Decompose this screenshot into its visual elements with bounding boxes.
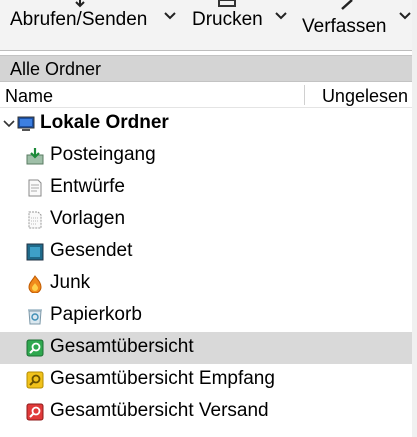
folder-row-templates[interactable]: Vorlagen — [0, 204, 412, 236]
column-divider[interactable] — [304, 85, 305, 105]
computer-icon — [17, 116, 35, 131]
folder-label: Gesamtübersicht Versand — [50, 400, 269, 421]
sent-icon — [26, 243, 44, 261]
saved-search-yellow-icon — [26, 371, 44, 389]
folder-row-unified-sent[interactable]: Gesamtübersicht Versand — [0, 396, 412, 428]
print-button[interactable]: Drucken — [184, 0, 272, 44]
chevron-down-icon — [275, 12, 287, 20]
folder-row-unified-all[interactable]: Gesamtübersicht — [0, 332, 412, 364]
folder-label: Junk — [50, 272, 91, 293]
folder-tree: Lokale Ordner Posteingang Entwürfe Vorla… — [0, 108, 417, 428]
folder-label: Posteingang — [50, 144, 156, 165]
chevron-down-icon — [399, 12, 411, 20]
pane-splitter[interactable] — [412, 0, 417, 437]
column-name-header[interactable]: Name — [5, 86, 53, 107]
drafts-icon — [28, 179, 42, 197]
chevron-down-icon[interactable] — [3, 120, 15, 128]
column-unread-header[interactable]: Ungelesen — [322, 86, 408, 107]
compose-label: Verfassen — [302, 16, 387, 37]
saved-search-green-icon — [26, 339, 44, 357]
junk-icon — [28, 275, 42, 293]
chevron-down-icon — [164, 12, 176, 20]
folder-row-local-folders[interactable]: Lokale Ordner — [0, 108, 412, 140]
get-messages-label: Abrufen/Senden — [10, 9, 148, 30]
folder-row-unified-received[interactable]: Gesamtübersicht Empfang — [0, 364, 412, 396]
print-dropdown[interactable] — [273, 4, 289, 26]
saved-search-red-icon — [26, 403, 44, 421]
compose-dropdown[interactable] — [397, 4, 413, 26]
folder-row-junk[interactable]: Junk — [0, 268, 412, 300]
toolbar-divider — [0, 50, 417, 51]
folder-row-drafts[interactable]: Entwürfe — [0, 172, 412, 204]
print-label: Drucken — [192, 9, 263, 30]
folder-row-trash[interactable]: Papierkorb — [0, 300, 412, 332]
folder-pane-header[interactable]: Alle Ordner — [0, 55, 417, 82]
folder-pane-title: Alle Ordner — [10, 59, 102, 79]
folder-label: Gesendet — [50, 240, 133, 261]
folder-column-header: Name Ungelesen — [0, 82, 417, 108]
inbox-icon — [26, 148, 44, 165]
get-messages-button[interactable]: Abrufen/Senden — [0, 0, 160, 44]
get-messages-dropdown[interactable] — [162, 4, 178, 26]
folder-row-sent[interactable]: Gesendet — [0, 236, 412, 268]
folder-label: Lokale Ordner — [40, 112, 169, 133]
folder-label: Gesamtübersicht — [50, 336, 194, 357]
folder-row-inbox[interactable]: Posteingang — [0, 140, 412, 172]
templates-icon — [28, 211, 42, 229]
compose-button[interactable]: Verfassen — [294, 0, 396, 44]
folder-label: Papierkorb — [50, 304, 142, 325]
trash-icon — [28, 309, 42, 325]
folder-label: Gesamtübersicht Empfang — [50, 368, 275, 389]
folder-label: Entwürfe — [50, 176, 125, 197]
folder-label: Vorlagen — [50, 208, 126, 229]
main-toolbar: Abrufen/Senden Drucken Verfassen — [0, 0, 417, 50]
